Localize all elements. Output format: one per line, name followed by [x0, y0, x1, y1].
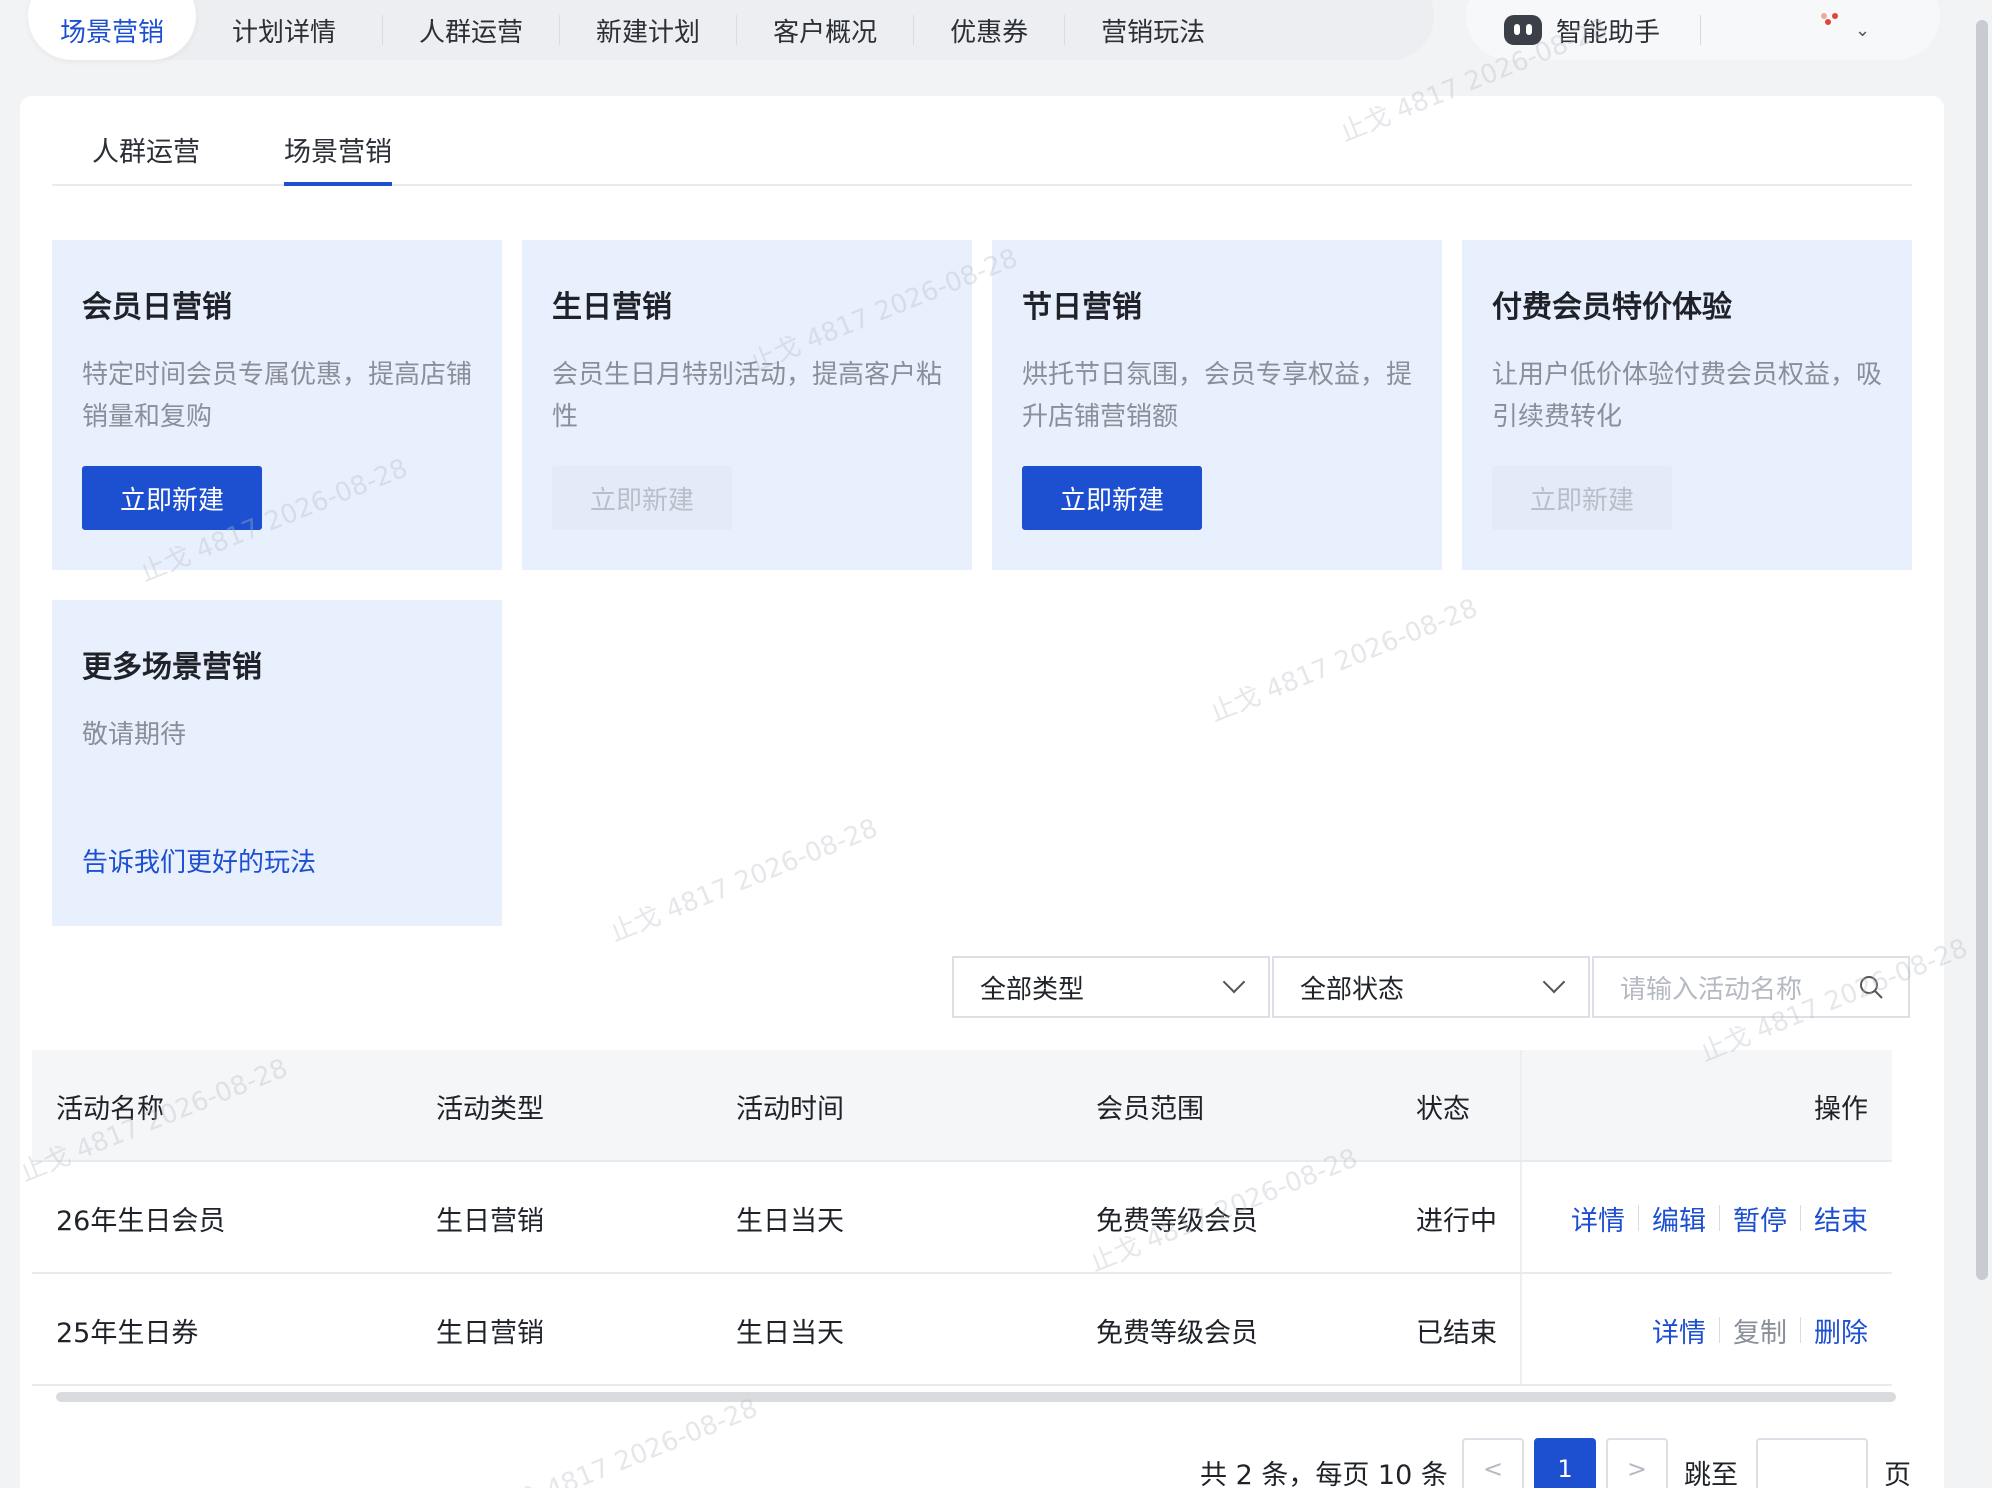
pause-link[interactable]: 暂停: [1733, 1199, 1787, 1238]
card-title: 节日营销: [1022, 290, 1142, 325]
col-header-type: 活动类型: [436, 1093, 544, 1125]
cell-name: 25年生日券: [56, 1317, 199, 1349]
col-header-ops: 操作: [1814, 1093, 1868, 1125]
col-header-time: 活动时间: [736, 1093, 844, 1125]
copy-link[interactable]: 复制: [1733, 1311, 1787, 1350]
cell-scope: 免费等级会员: [1096, 1317, 1258, 1349]
create-button-disabled: 立即新建: [552, 466, 732, 530]
top-nav: 场景营销 计划详情 人群运营 新建计划 客户概况 优惠券 营销玩法: [28, 0, 1434, 60]
search-icon[interactable]: [1858, 974, 1884, 1000]
create-button[interactable]: 立即新建: [82, 466, 262, 530]
card-desc: 烘托节日氛围，会员专享权益，提升店铺营销额: [1022, 360, 1413, 432]
card-title: 生日营销: [552, 290, 672, 325]
page-button-current[interactable]: 1: [1534, 1438, 1596, 1488]
row-actions: 详情 复制 删除: [1652, 1274, 1868, 1386]
feedback-link[interactable]: 告诉我们更好的玩法: [82, 842, 316, 879]
cell-scope: 免费等级会员: [1096, 1205, 1258, 1237]
card-desc: 特定时间会员专属优惠，提高店铺销量和复购: [82, 360, 473, 432]
search-input[interactable]: 请输入活动名称: [1592, 956, 1910, 1018]
ops-column: 详情 编辑 暂停 结束: [1520, 1162, 1892, 1272]
card-desc: 会员生日月特别活动，提高客户粘性: [552, 360, 943, 432]
nav-scene-marketing[interactable]: 场景营销: [28, 0, 197, 60]
col-header-name: 活动名称: [56, 1093, 164, 1125]
tab-crowd-ops[interactable]: 人群运营: [92, 130, 200, 186]
table-row: 25年生日券 生日营销 生日当天 免费等级会员 已结束 详情 复制 删除: [32, 1274, 1892, 1386]
detail-link[interactable]: 详情: [1571, 1199, 1625, 1238]
card-title: 付费会员特价体验: [1492, 290, 1732, 325]
nav-marketing-games[interactable]: 营销玩法: [1065, 0, 1241, 60]
card-member-day: 会员日营销 特定时间会员专属优惠，提高店铺销量和复购 立即新建: [52, 240, 502, 570]
card-holiday: 节日营销 烘托节日氛围，会员专享权益，提升店铺营销额 立即新建: [992, 240, 1442, 570]
robot-icon[interactable]: [1504, 15, 1542, 45]
create-button[interactable]: 立即新建: [1022, 466, 1202, 530]
jump-label: 跳至: [1684, 1459, 1738, 1488]
card-desc: 让用户低价体验付费会员权益，吸引续费转化: [1492, 360, 1883, 432]
card-title: 会员日营销: [82, 290, 232, 325]
user-avatar-icon[interactable]: [1821, 13, 1841, 27]
status-select[interactable]: 全部状态: [1272, 956, 1590, 1018]
vertical-scrollbar[interactable]: [1972, 0, 1992, 1488]
card-more: 更多场景营销 敬请期待 告诉我们更好的玩法: [52, 600, 502, 926]
assistant-bar: 智能助手 ⌄: [1466, 0, 1940, 60]
end-link[interactable]: 结束: [1814, 1199, 1868, 1238]
search-placeholder: 请输入活动名称: [1620, 974, 1803, 1005]
cell-status: 进行中: [1416, 1205, 1497, 1237]
delete-link[interactable]: 删除: [1814, 1311, 1868, 1350]
table-row: 26年生日会员 生日营销 生日当天 免费等级会员 进行中 详情 编辑 暂停 结束: [32, 1162, 1892, 1274]
status-select-value: 全部状态: [1300, 974, 1405, 1005]
chevron-down-icon: [1542, 970, 1566, 994]
cell-time: 生日当天: [736, 1205, 844, 1237]
ops-column: 详情 复制 删除: [1520, 1274, 1892, 1384]
cell-type: 生日营销: [436, 1205, 544, 1237]
card-birthday: 生日营销 会员生日月特别活动，提高客户粘性 立即新建: [522, 240, 972, 570]
prev-page-button[interactable]: <: [1462, 1438, 1524, 1488]
scrollbar-thumb[interactable]: [1976, 20, 1988, 1280]
cell-name: 26年生日会员: [56, 1205, 226, 1237]
pagination-summary: 共 2 条，每页 10 条: [1200, 1459, 1448, 1488]
type-select-value: 全部类型: [980, 974, 1085, 1005]
nav-new-plan[interactable]: 新建计划: [560, 0, 736, 60]
col-header-status: 状态: [1416, 1093, 1470, 1125]
card-desc: 敬请期待: [82, 720, 187, 750]
card-title: 更多场景营销: [82, 650, 262, 685]
activity-table: 活动名称 活动类型 活动时间 会员范围 状态 操作 26年生日会员 生日营销 生…: [32, 1050, 1892, 1386]
create-button-disabled: 立即新建: [1492, 466, 1672, 530]
card-paid-member: 付费会员特价体验 让用户低价体验付费会员权益，吸引续费转化 立即新建: [1462, 240, 1912, 570]
assistant-button[interactable]: 智能助手: [1556, 12, 1660, 49]
type-select[interactable]: 全部类型: [952, 956, 1270, 1018]
ops-column: 操作: [1520, 1050, 1892, 1160]
col-header-scope: 会员范围: [1096, 1093, 1204, 1125]
row-actions: 详情 编辑 暂停 结束: [1571, 1162, 1868, 1274]
jump-page-input[interactable]: [1756, 1438, 1868, 1488]
sub-tabs: 人群运营 场景营销: [52, 96, 1912, 186]
chevron-down-icon[interactable]: ⌄: [1855, 20, 1870, 41]
horizontal-scrollbar[interactable]: [56, 1392, 1896, 1402]
cell-time: 生日当天: [736, 1317, 844, 1349]
cell-status: 已结束: [1416, 1317, 1497, 1349]
nav-customer-overview[interactable]: 客户概况: [737, 0, 913, 60]
nav-plan-details[interactable]: 计划详情: [196, 0, 382, 60]
detail-link[interactable]: 详情: [1652, 1311, 1706, 1350]
chevron-down-icon: [1222, 970, 1246, 994]
next-page-button[interactable]: >: [1606, 1438, 1668, 1488]
page-suffix: 页: [1884, 1459, 1911, 1488]
nav-crowd-ops[interactable]: 人群运营: [383, 0, 559, 60]
divider: [1700, 15, 1702, 45]
tab-scene-marketing[interactable]: 场景营销: [284, 130, 392, 186]
cell-type: 生日营销: [436, 1317, 544, 1349]
edit-link[interactable]: 编辑: [1652, 1199, 1706, 1238]
table-header: 活动名称 活动类型 活动时间 会员范围 状态 操作: [32, 1050, 1892, 1162]
nav-coupons[interactable]: 优惠券: [914, 0, 1064, 60]
